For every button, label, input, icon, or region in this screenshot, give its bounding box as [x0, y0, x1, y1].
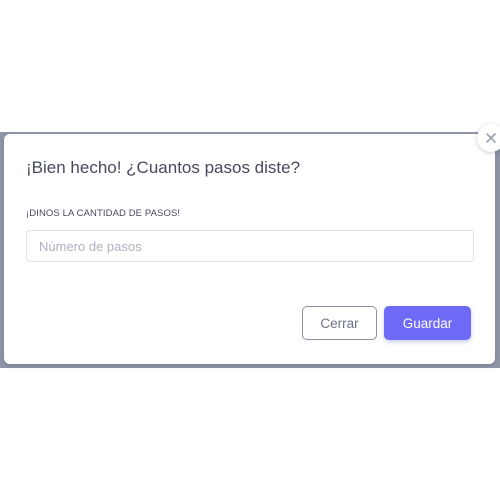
steps-field-label: ¡DINOS LA CANTIDAD DE PASOS! [26, 208, 181, 219]
close-button[interactable] [477, 124, 500, 152]
steps-input[interactable] [26, 230, 474, 262]
save-button[interactable]: Guardar [384, 306, 471, 340]
steps-dialog: ¡Bien hecho! ¿Cuantos pasos diste? ¡DINO… [4, 134, 495, 364]
dialog-title: ¡Bien hecho! ¿Cuantos pasos diste? [26, 158, 301, 177]
screen: ¡Bien hecho! ¿Cuantos pasos diste? ¡DINO… [0, 0, 500, 500]
close-icon [485, 132, 497, 144]
cancel-button[interactable]: Cerrar [302, 306, 377, 340]
